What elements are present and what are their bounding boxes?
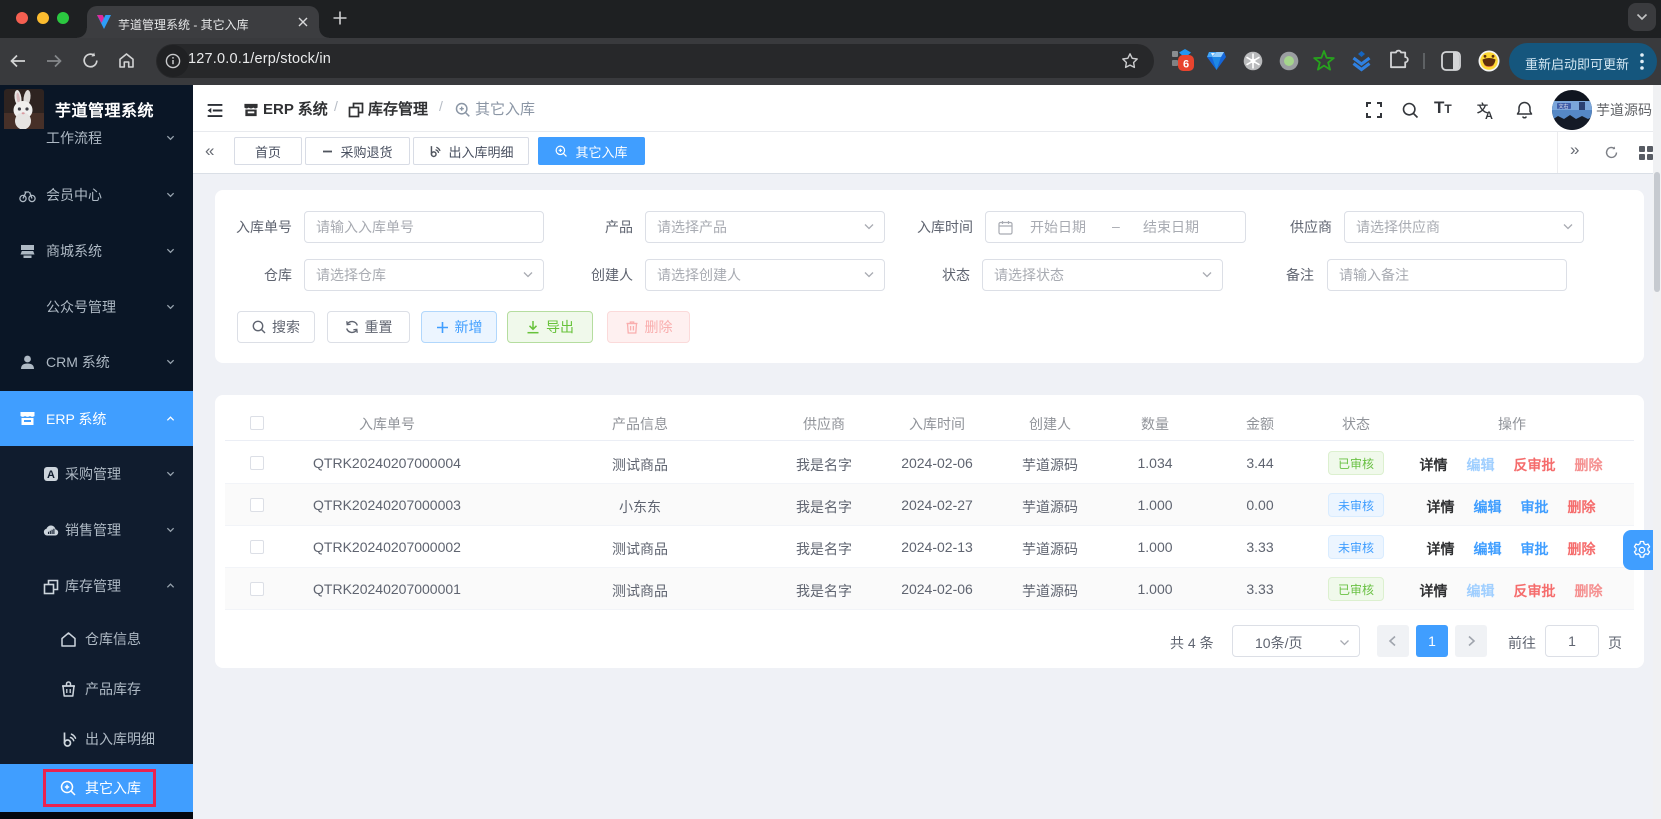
svg-text:A: A bbox=[1485, 110, 1493, 120]
svg-text:6: 6 bbox=[1183, 59, 1189, 71]
svg-text:文右: 文右 bbox=[1559, 103, 1569, 110]
svg-text:A: A bbox=[47, 469, 55, 481]
